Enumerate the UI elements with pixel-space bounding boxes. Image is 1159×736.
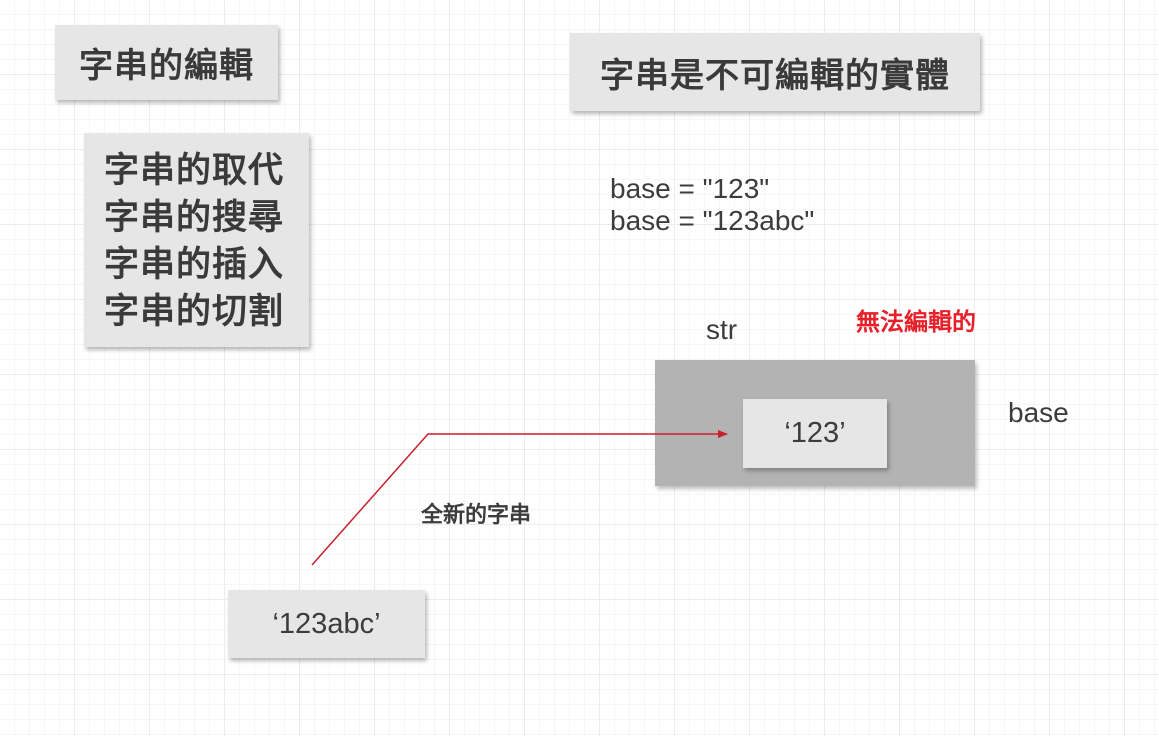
operation-replace: 字串的取代 bbox=[104, 151, 285, 190]
not-editable-label: 無法編輯的 bbox=[856, 309, 976, 336]
new-string-label: 全新的字串 bbox=[421, 502, 532, 527]
code-line-assign-123abc: base = "123abc" bbox=[610, 205, 815, 236]
title-string-editing: 字串的編輯 bbox=[55, 25, 278, 100]
code-line-assign-123: base = "123" bbox=[610, 173, 770, 204]
title-strings-immutable: 字串是不可編輯的實體 bbox=[570, 33, 980, 111]
str-type-label: str bbox=[706, 314, 738, 345]
operation-insert: 字串的插入 bbox=[104, 245, 285, 284]
value-box-123: ‘123’ bbox=[743, 399, 887, 468]
value-box-123abc: ‘123abc’ bbox=[228, 590, 425, 658]
operation-search: 字串的搜尋 bbox=[104, 198, 285, 237]
string-operations-list: 字串的取代 字串的搜尋 字串的插入 字串的切割 bbox=[84, 133, 309, 347]
operation-split: 字串的切割 bbox=[104, 292, 285, 331]
base-variable-label: base bbox=[1008, 397, 1069, 428]
